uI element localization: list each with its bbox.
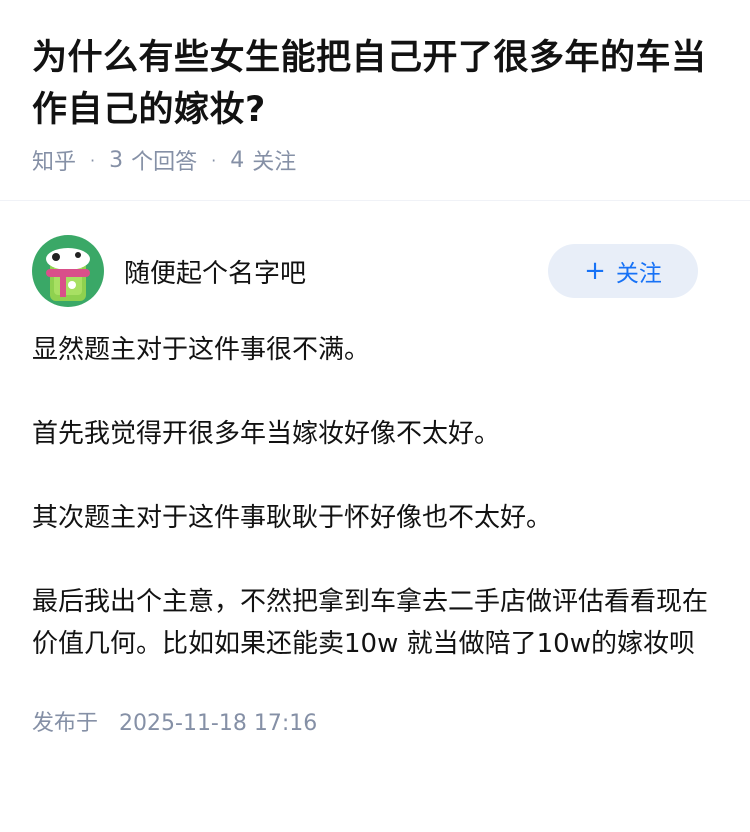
answer-paragraph: 其次题主对于这件事耿耿于怀好像也不太好。 [32, 503, 553, 533]
meta-separator: · [211, 150, 217, 170]
question-meta: 知乎 · 3 个回答 · 4 关注 [32, 144, 718, 176]
plus-icon: + [584, 256, 606, 286]
answer-paragraph: 首先我觉得开很多年当嫁妆好像不太好。 [32, 419, 501, 449]
answer-paragraph: 显然题主对于这件事很不满。 [32, 335, 371, 365]
answers-count: 3 [109, 147, 124, 173]
avatar[interactable] [32, 235, 104, 307]
publish-time: 2025-11-18 17:16 [119, 711, 318, 736]
follow-button-label: 关注 [615, 261, 662, 287]
avatar-image-icon [32, 235, 104, 307]
source-label[interactable]: 知乎 [32, 144, 76, 176]
followers-count: 4 [230, 147, 245, 173]
answer-paragraph: 最后我出个主意，不然把拿到车拿去二手店做评估看看现在价值几何。比如如果还能卖10… [32, 587, 709, 659]
publish-info: 发布于 2025-11-18 17:16 [32, 705, 718, 737]
meta-separator: · [90, 150, 96, 170]
answer-card: 随便起个名字吧 + 关注 显然题主对于这件事很不满。 首先我觉得开很多年当嫁妆好… [0, 201, 750, 737]
publish-label: 发布于 [32, 711, 99, 736]
follow-button[interactable]: + 关注 [548, 244, 698, 298]
question-title[interactable]: 为什么有些女生能把自己开了很多年的车当作自己的嫁妆? [32, 32, 718, 136]
author-row: 随便起个名字吧 + 关注 [32, 235, 718, 307]
answer-content: 显然题主对于这件事很不满。 首先我觉得开很多年当嫁妆好像不太好。 其次题主对于这… [32, 329, 718, 665]
question-header: 为什么有些女生能把自己开了很多年的车当作自己的嫁妆? 知乎 · 3 个回答 · … [0, 0, 750, 176]
author-name[interactable]: 随便起个名字吧 [124, 253, 548, 290]
answers-label[interactable]: 个回答 [131, 144, 197, 176]
followers-label: 关注 [252, 150, 297, 175]
